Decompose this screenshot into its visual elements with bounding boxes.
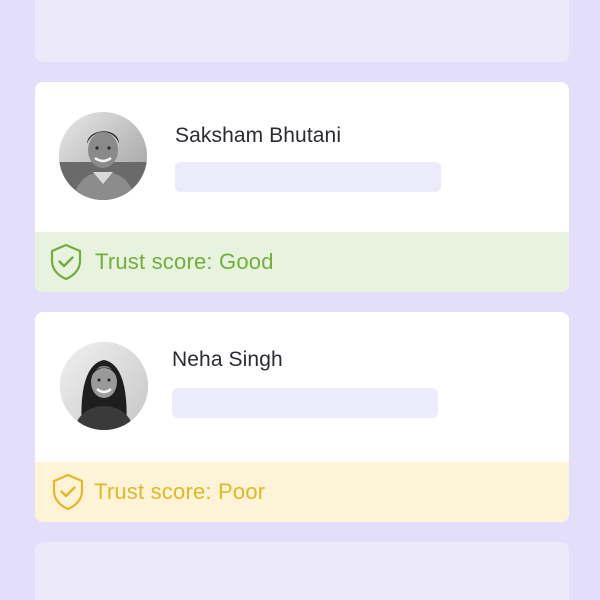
- avatar: [60, 342, 148, 430]
- avatar-photo-woman: [60, 342, 148, 430]
- shield-check-icon: [50, 243, 82, 281]
- skeleton-placeholder: [172, 388, 438, 418]
- placeholder-card-bottom: [35, 542, 569, 600]
- skeleton-placeholder: [175, 162, 441, 192]
- trust-score-label: Trust score: Poor: [94, 479, 266, 504]
- trust-score-label: Trust score: Good: [95, 249, 274, 274]
- avatar: [59, 112, 147, 200]
- avatar-photo-man: [59, 112, 147, 200]
- user-card[interactable]: Neha Singh Trust score: Poor: [35, 312, 569, 522]
- user-trust-list: Saksham Bhutani Trust score: Good Neha S…: [0, 0, 600, 600]
- shield-check-icon: [52, 473, 84, 511]
- user-card[interactable]: Saksham Bhutani Trust score: Good: [35, 82, 569, 292]
- trust-score-bar: Trust score: Poor: [35, 462, 569, 522]
- placeholder-card-top: [35, 0, 569, 62]
- user-name: Neha Singh: [172, 348, 283, 371]
- trust-score-bar: Trust score: Good: [35, 232, 569, 292]
- user-name: Saksham Bhutani: [175, 124, 342, 147]
